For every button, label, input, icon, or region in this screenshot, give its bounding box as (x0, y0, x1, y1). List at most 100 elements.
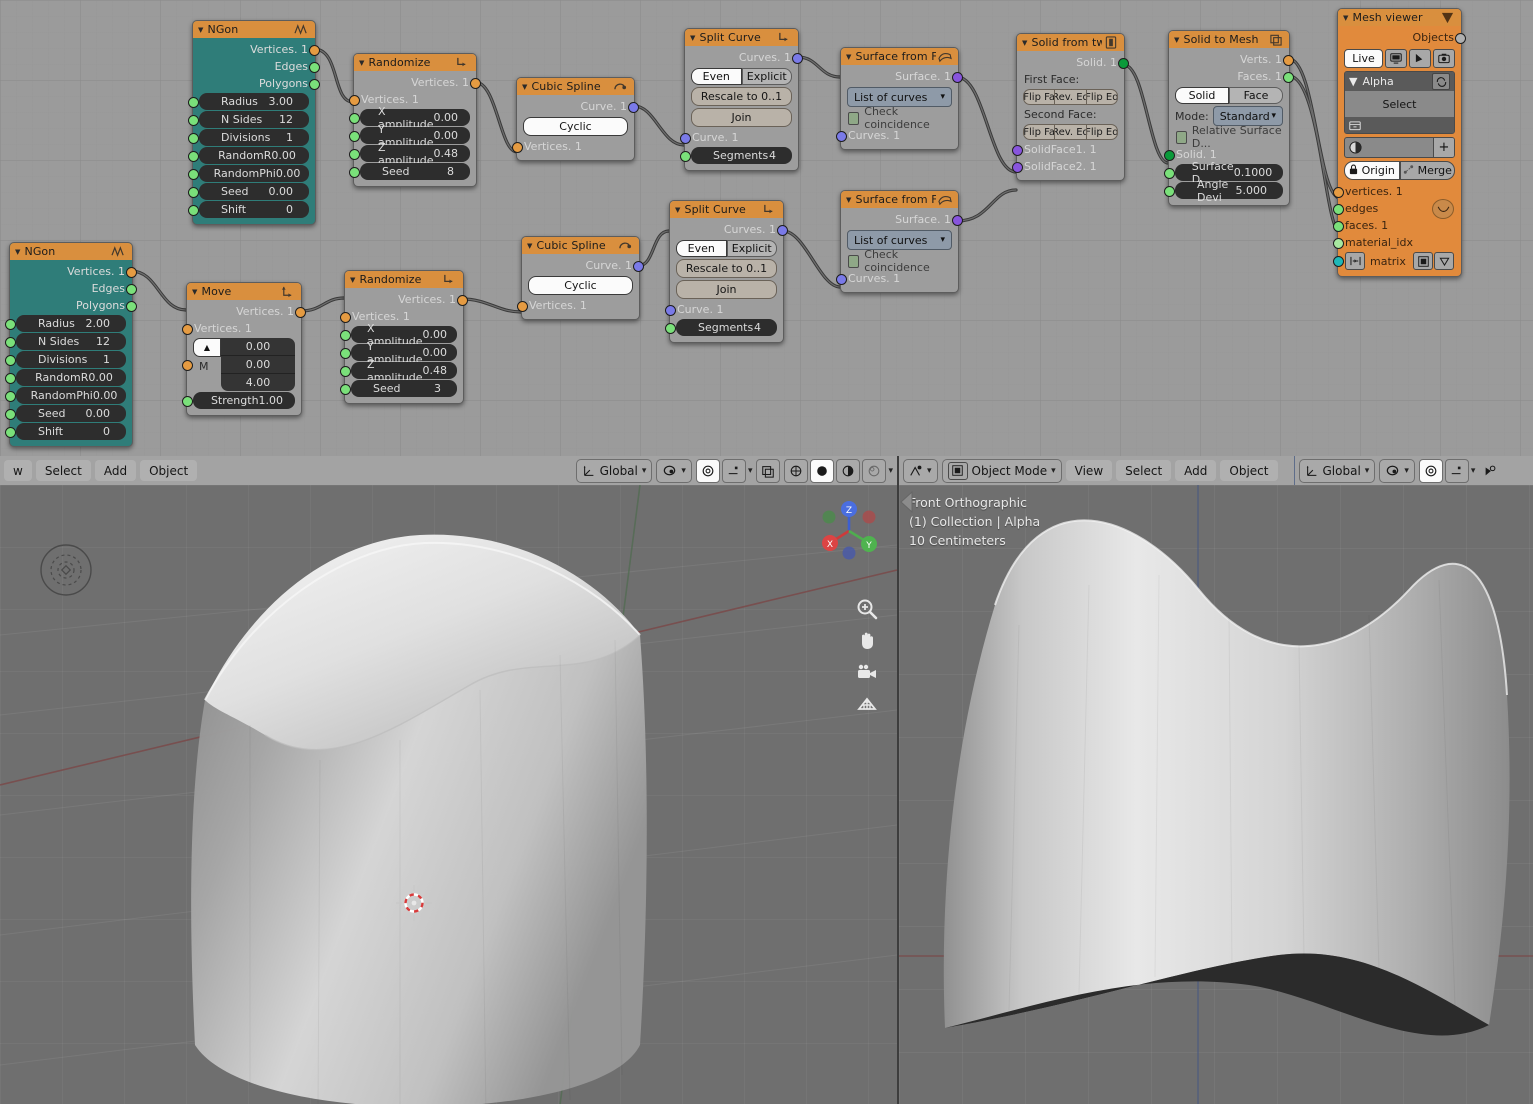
node-socket[interactable] (340, 383, 351, 395)
node-button[interactable]: Rescale to 0..1 (691, 87, 792, 106)
proportional-edit-icon[interactable] (1418, 458, 1443, 483)
zoom-icon[interactable] (853, 595, 881, 623)
property-value[interactable]: 4 (754, 321, 769, 334)
node-property[interactable]: RandomPhi 0.00 (16, 387, 126, 404)
flip-button[interactable]: Flip Ed (1085, 124, 1118, 140)
flip-button[interactable]: Flip Fa (1023, 124, 1055, 140)
node-surface1[interactable]: ▼ Surface from Four ... Surface. 1 List of … (836, 47, 963, 150)
pan-hand-icon[interactable] (853, 627, 881, 655)
node-socket[interactable] (1118, 57, 1129, 69)
property-value[interactable]: 0 (103, 425, 118, 438)
property-value[interactable]: 0.00 (93, 389, 126, 402)
toggle-group[interactable]: Solid Face (1175, 87, 1283, 104)
node-socket[interactable] (1333, 256, 1344, 267)
node-property[interactable]: Radius 3.00 (199, 93, 309, 110)
node-header[interactable]: ▼ Move (187, 283, 301, 300)
node-socket[interactable] (349, 130, 360, 142)
node-socket[interactable] (1333, 203, 1344, 215)
node-property[interactable]: Seed 0.00 (199, 183, 309, 200)
node-socket[interactable] (182, 360, 193, 371)
viewport-left-header[interactable]: w Select Add Object Global ▾ ▾ ▾ ▾ (0, 456, 897, 486)
node-socket[interactable] (1012, 161, 1023, 173)
node-socket[interactable] (5, 390, 16, 402)
node-socket[interactable] (5, 372, 16, 384)
node-socket[interactable] (1333, 186, 1344, 198)
select-button[interactable]: Select (1345, 91, 1454, 117)
node-property[interactable]: Angle Devi 5.000 (1175, 178, 1283, 204)
menu-object-right[interactable]: Object (1220, 460, 1278, 481)
vector-field[interactable]: 4.00 (221, 374, 295, 391)
live-button[interactable]: Live (1344, 49, 1383, 68)
object-mode-selector[interactable]: Object Mode ▾ (941, 458, 1062, 483)
node-socket[interactable] (5, 318, 16, 330)
node-toggle-button[interactable]: Cyclic (523, 117, 628, 136)
node-ngon1[interactable]: ▼ NGon Vertices. 1 Edges Polygons Radius 3.00 N… (188, 20, 320, 225)
toggle-group[interactable]: Even Explicit (676, 240, 777, 257)
flip-button[interactable]: Rev. Ed (1054, 124, 1086, 140)
material-row[interactable]: + (1344, 137, 1455, 158)
collapse-triangle-icon[interactable]: ▼ (350, 276, 355, 284)
node-socket[interactable] (309, 78, 320, 90)
node-socket[interactable] (952, 71, 963, 83)
node-socket[interactable] (126, 283, 137, 295)
checkbox-icon[interactable] (848, 111, 860, 125)
editor-type-selector[interactable]: ▾ (903, 458, 938, 483)
archive-row[interactable] (1345, 117, 1454, 133)
node-property[interactable]: RandomPhi 0.00 (199, 165, 309, 182)
snap-group-left[interactable]: ▾ (656, 458, 692, 483)
property-value[interactable]: 12 (279, 113, 301, 126)
property-value[interactable]: 5.000 (1236, 184, 1276, 197)
property-value[interactable]: 0.00 (269, 185, 302, 198)
property-value[interactable]: 0.48 (423, 364, 456, 377)
node-property[interactable]: Shift 0 (16, 423, 126, 440)
node-header[interactable]: ▼ Mesh viewer (1338, 9, 1461, 26)
collapse-triangle-icon[interactable]: ▼ (359, 59, 364, 67)
live-row[interactable]: Live (1344, 49, 1455, 68)
node-socket[interactable] (349, 112, 360, 124)
node-socket[interactable] (309, 44, 320, 56)
node-header[interactable]: ▼ NGon (10, 243, 132, 260)
node-randomize1[interactable]: ▼ Randomize Vertices. 1 Vertices. 1X amplit… (349, 53, 481, 187)
node-socket[interactable] (188, 150, 199, 162)
refresh-icon[interactable] (1432, 73, 1450, 90)
node-property[interactable]: Divisions 1 (16, 351, 126, 368)
viewport-right-header[interactable]: ▾ Object Mode ▾ View Select Add Object G… (899, 456, 1533, 486)
property-value[interactable]: 0.00 (271, 149, 304, 162)
collapse-triangle-icon[interactable]: ▼ (1174, 36, 1179, 44)
menu-select-left[interactable]: Select (35, 460, 91, 481)
node-header[interactable]: ▼ Randomize (354, 54, 476, 71)
node-socket[interactable] (188, 132, 199, 144)
snap-group-right[interactable]: ▾ (1379, 458, 1415, 483)
node-socket[interactable] (680, 132, 691, 144)
node-socket[interactable] (836, 130, 847, 142)
toggle-option-face[interactable]: Face (1229, 87, 1283, 104)
merge-button[interactable]: Merge (1399, 161, 1455, 180)
node-property[interactable]: Radius 2.00 (16, 315, 126, 332)
menu-add-right[interactable]: Add (1175, 460, 1217, 481)
node-socket[interactable] (1164, 149, 1175, 161)
add-material-button[interactable]: + (1433, 138, 1454, 157)
property-value[interactable]: 4 (769, 149, 784, 162)
node-socket[interactable] (665, 322, 676, 334)
node-socket[interactable] (182, 323, 193, 335)
object-header[interactable]: ▼ Alpha (1345, 72, 1454, 91)
property-value[interactable]: 1 (286, 131, 301, 144)
node-socket[interactable] (340, 365, 351, 377)
node-header[interactable]: ▼ NGon (193, 21, 315, 38)
flip-button-group[interactable]: Flip FaRev. EdFlip Ed (1023, 124, 1118, 140)
viewport-left[interactable]: w Select Add Object Global ▾ ▾ ▾ ▾ Z X Y (0, 456, 897, 1104)
node-socket[interactable] (777, 224, 788, 236)
node-property[interactable]: Seed 0.00 (16, 405, 126, 422)
node-socket[interactable] (1283, 54, 1294, 66)
property-value[interactable]: 3.00 (269, 95, 302, 108)
property-value[interactable]: 1 (103, 353, 118, 366)
node-header[interactable]: ▼ Surface from Four ... (841, 191, 958, 208)
node-socket[interactable] (182, 395, 193, 407)
curve-mode-dropdown[interactable]: List of curves ▾ (847, 87, 952, 107)
mode-dropdown[interactable]: Standard ▾ (1212, 106, 1283, 126)
node-surface2[interactable]: ▼ Surface from Four ... Surface. 1 List of … (836, 190, 963, 293)
node-solidtomesh[interactable]: ▼ Solid to Mesh Verts. 1 Faces. 1 Solid Face M… (1164, 30, 1294, 206)
matrix-toggle-icon[interactable] (1345, 252, 1365, 270)
node-socket[interactable] (349, 148, 360, 160)
node-socket[interactable] (188, 96, 199, 108)
